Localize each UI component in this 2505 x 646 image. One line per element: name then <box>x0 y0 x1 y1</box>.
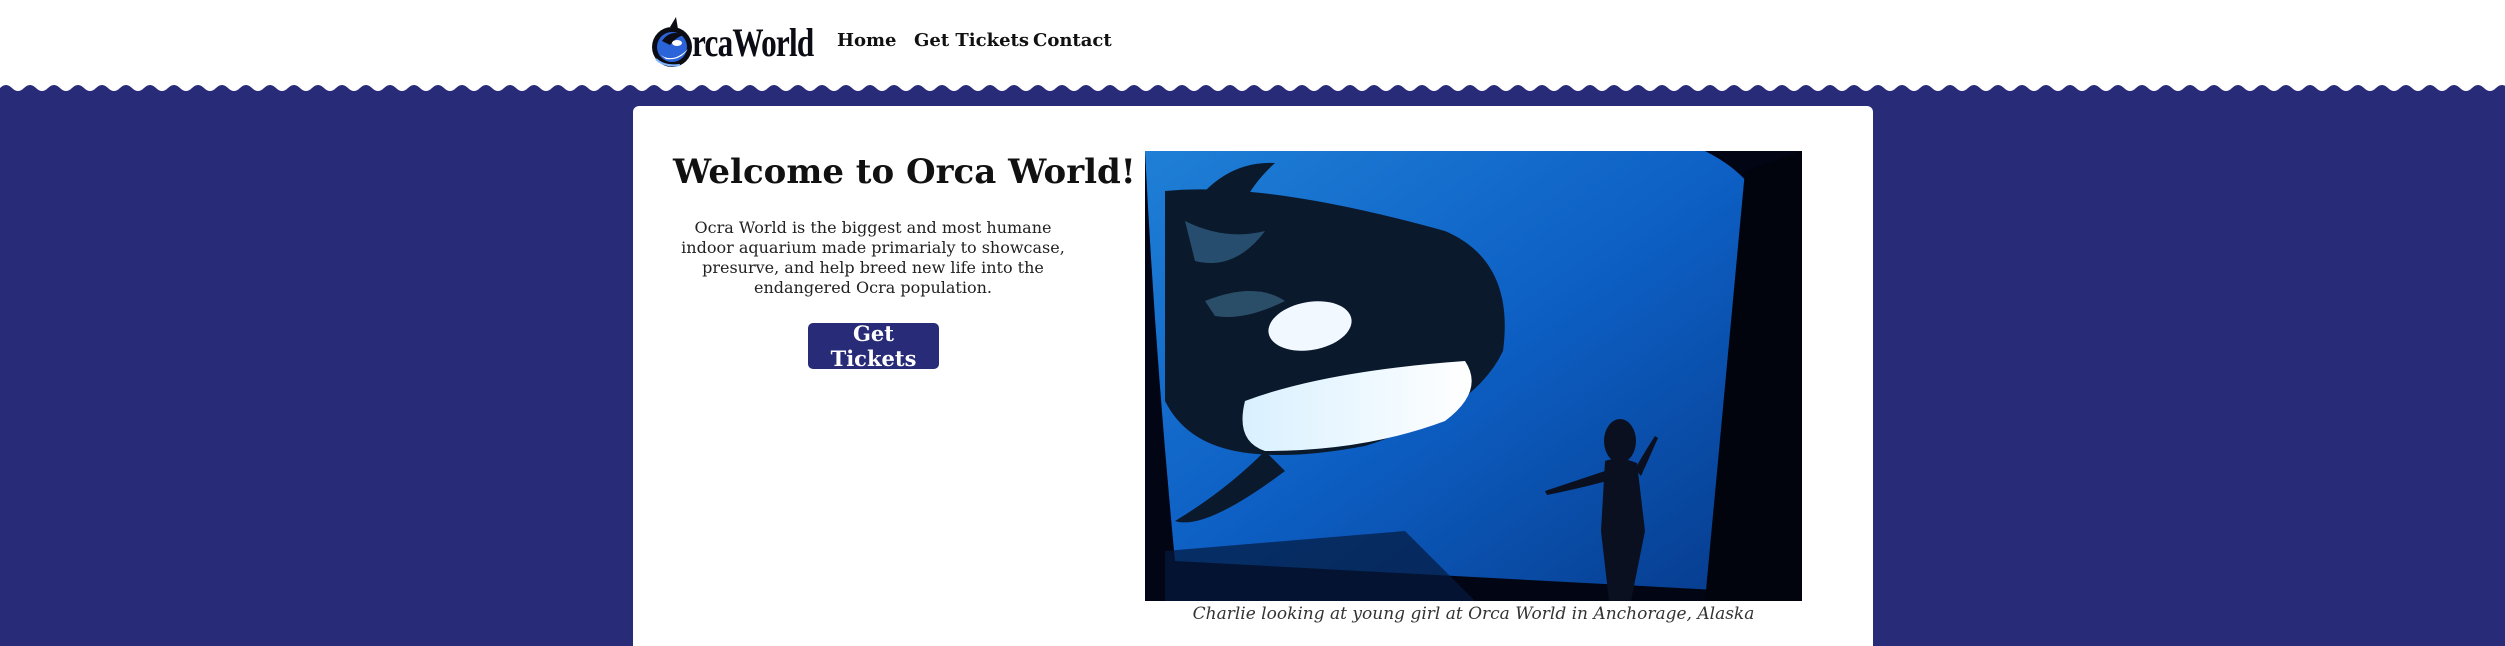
image-caption: Charlie looking at young girl at Orca Wo… <box>1192 604 1755 624</box>
orca-logo-icon <box>650 15 694 69</box>
hero-image <box>1145 151 1802 601</box>
get-tickets-button[interactable]: Get Tickets <box>808 321 939 371</box>
page-title: Welcome to Orca World! <box>673 152 1136 192</box>
intro-text: Ocra World is the biggest and most human… <box>681 218 1065 297</box>
wave-divider <box>0 78 2505 108</box>
nav-link-home[interactable]: Home <box>837 30 897 51</box>
hero-heading-wrap: Welcome to Orca World! <box>673 152 1136 192</box>
nav-link-get-tickets[interactable]: Get Tickets <box>914 30 1029 51</box>
logo-wordmark: rcaWorld <box>692 19 814 65</box>
site-logo[interactable]: rcaWorld <box>650 12 848 72</box>
nav-link-contact[interactable]: Contact <box>1033 30 1112 51</box>
